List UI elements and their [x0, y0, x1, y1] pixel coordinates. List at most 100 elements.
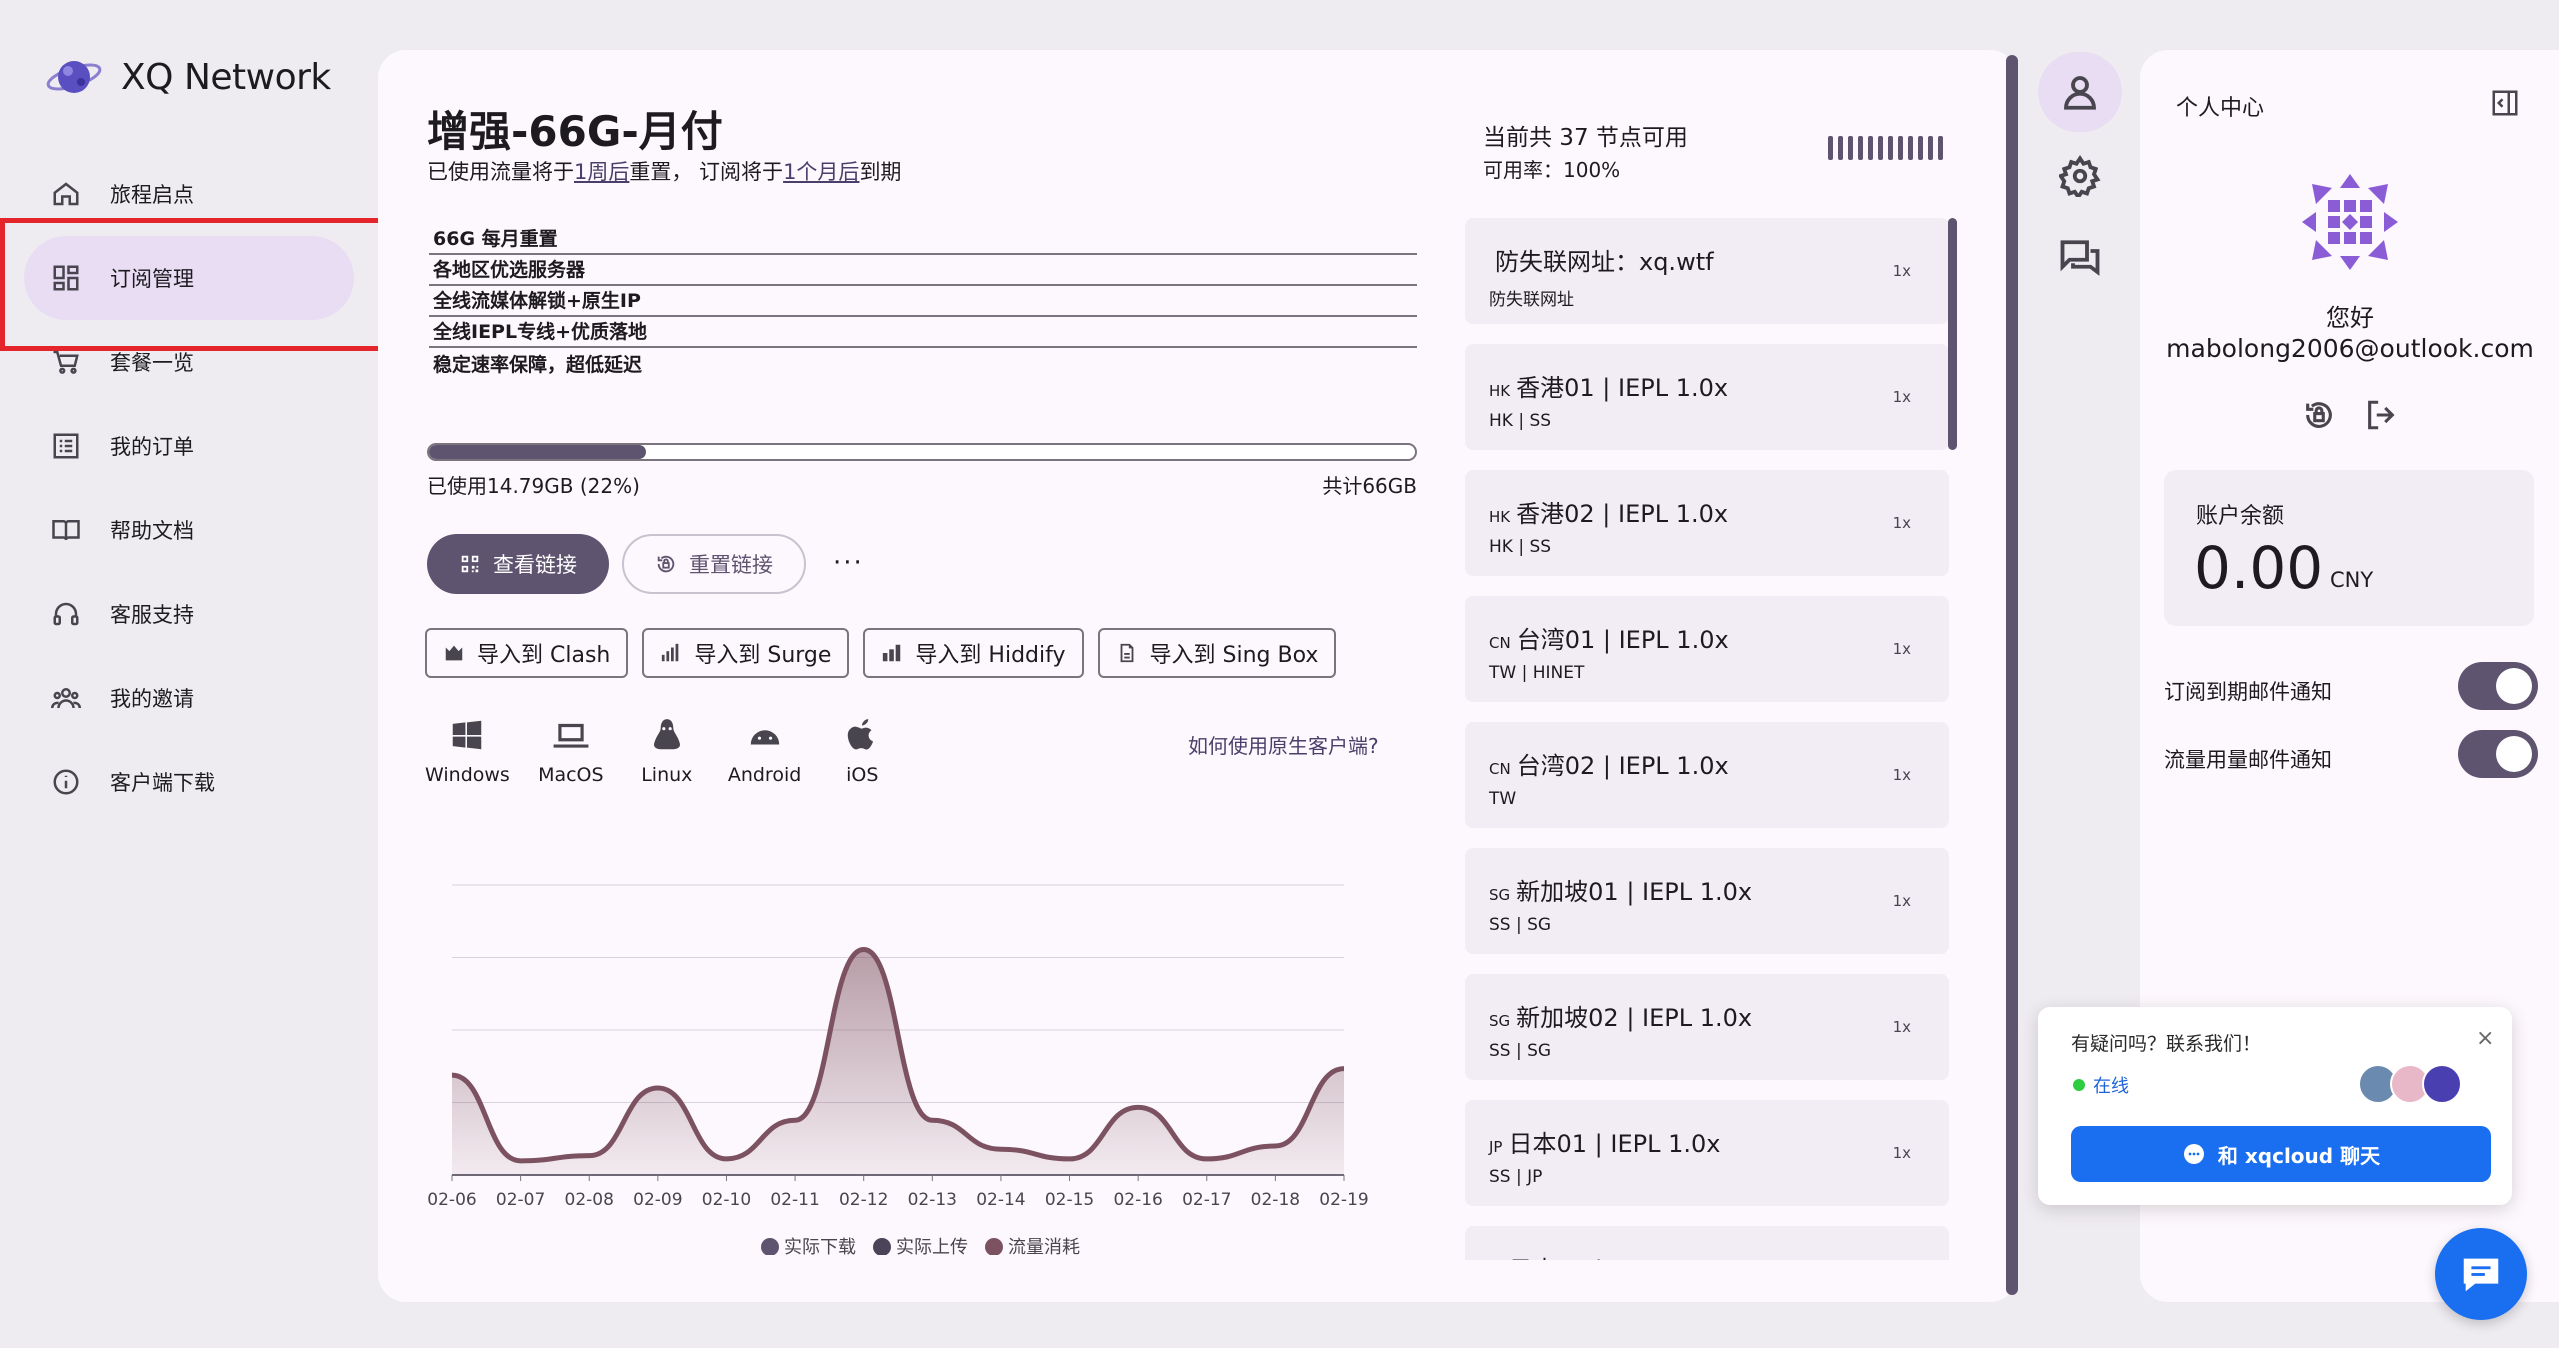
- node-protocol: TW | HINET: [1489, 663, 1585, 683]
- messages-rail-button[interactable]: [2038, 228, 2122, 288]
- node-card[interactable]: JP日本02 | IEPL 1.0x1x: [1465, 1226, 1949, 1260]
- clash-icon: [445, 645, 463, 661]
- x-tick-label: 02-08: [565, 1190, 614, 1210]
- reset-link-button[interactable]: 重置链接: [622, 534, 806, 594]
- settings-rail-button[interactable]: [2038, 146, 2122, 206]
- legend-marker[interactable]: [985, 1238, 1003, 1255]
- brand[interactable]: XQ Network: [45, 52, 331, 102]
- expire-notify-toggle[interactable]: [2458, 662, 2538, 710]
- node-card[interactable]: SG 新加坡01 | IEPL 1.0x SS | SG 1x: [1465, 848, 1949, 954]
- node-title: CN 台湾01 | IEPL 1.0x: [1489, 620, 1949, 655]
- reset-time-link[interactable]: 1周后: [574, 160, 629, 184]
- node-flag: HK: [1489, 508, 1511, 526]
- native-client-help-link[interactable]: 如何使用原生客户端?: [1188, 730, 1379, 759]
- feature-item: 各地区优选服务器: [429, 255, 1417, 286]
- x-tick-label: 02-18: [1251, 1190, 1300, 1210]
- chat-bubbles-icon: [2060, 240, 2100, 276]
- info-icon: [50, 766, 82, 798]
- plan-sub-mid: 重置， 订阅将于: [629, 160, 784, 184]
- headset-icon: [50, 598, 82, 630]
- usage-progress-bar: [427, 443, 1417, 461]
- os-label: Linux: [641, 764, 693, 786]
- legend-marker[interactable]: [761, 1238, 779, 1255]
- main-scrollbar[interactable]: [2006, 55, 2018, 1295]
- sidebar-item-orders[interactable]: 我的订单: [24, 404, 354, 488]
- node-multiplier: 1x: [1892, 388, 1911, 406]
- start-chat-button[interactable]: 和 xqcloud 聊天: [2071, 1126, 2491, 1182]
- logout-icon[interactable]: [2364, 398, 2398, 432]
- import-label: 导入到 Clash: [477, 643, 611, 668]
- node-card[interactable]: CN 台湾02 | IEPL 1.0x TW 1x: [1465, 722, 1949, 828]
- sidebar-item-invite[interactable]: 我的邀请: [24, 656, 354, 740]
- view-link-label: 查看链接: [493, 553, 577, 577]
- chat-status-label: 在线: [2093, 1076, 2129, 1097]
- android-icon: [750, 725, 779, 745]
- import-singbox-button[interactable]: 导入到 Sing Box: [1097, 628, 1337, 678]
- node-multiplier: 1x: [1892, 892, 1911, 910]
- node-card[interactable]: CN 台湾01 | IEPL 1.0x TW | HINET 1x: [1465, 596, 1949, 702]
- chat-icon: [2463, 1258, 2499, 1292]
- sidebar-item-support[interactable]: 客服支持: [24, 572, 354, 656]
- traffic-notify-toggle[interactable]: [2458, 730, 2538, 778]
- more-options-button[interactable]: ···: [833, 548, 864, 578]
- plan-sub-prefix: 已使用流量将于: [427, 160, 574, 184]
- node-card[interactable]: HK 香港01 | IEPL 1.0x HK | SS 1x: [1465, 344, 1949, 450]
- expire-time-link[interactable]: 1个月后: [783, 160, 859, 184]
- import-label: 导入到 Hiddify: [915, 643, 1066, 668]
- node-flag: HK: [1489, 382, 1511, 400]
- traffic-notify-label: 流量用量邮件通知: [2164, 748, 2332, 772]
- legend-label[interactable]: 实际下载: [784, 1237, 856, 1255]
- os-windows[interactable]: Windows: [425, 716, 510, 786]
- x-tick-label: 02-12: [839, 1190, 888, 1210]
- linux-icon: [653, 719, 680, 750]
- node-protocol: TW: [1489, 789, 1517, 809]
- node-scrollbar[interactable]: [1948, 218, 1957, 450]
- profile-actions: [2302, 398, 2398, 432]
- x-tick-label: 02-07: [496, 1190, 545, 1210]
- os-ios[interactable]: iOS: [827, 716, 897, 786]
- import-hiddify-button[interactable]: 导入到 Hiddify: [863, 628, 1084, 678]
- os-macos[interactable]: MacOS: [536, 716, 606, 786]
- import-clash-button[interactable]: 导入到 Clash: [425, 628, 629, 678]
- os-label: Android: [727, 764, 802, 786]
- series-area-2: [452, 949, 1344, 1175]
- legend-label[interactable]: 实际上传: [896, 1237, 968, 1255]
- node-card[interactable]: 防失联网址：xq.wtf 防失联网址 1x: [1465, 218, 1949, 324]
- x-tick-label: 02-14: [976, 1190, 1025, 1210]
- sidebar-item-label: 客服支持: [110, 603, 194, 627]
- node-title: JP 日本01 | IEPL 1.0x: [1489, 1124, 1949, 1159]
- sidebar-item-docs[interactable]: 帮助文档: [24, 488, 354, 572]
- node-name: 台湾01 | IEPL 1.0x: [1516, 626, 1729, 654]
- chat-launcher-button[interactable]: [2435, 1228, 2527, 1320]
- legend-label[interactable]: 流量消耗: [1008, 1237, 1080, 1255]
- brand-name: XQ Network: [121, 56, 331, 98]
- legend-marker[interactable]: [873, 1238, 891, 1255]
- node-count: 当前共 37 节点可用: [1483, 125, 1688, 151]
- os-linux[interactable]: Linux: [632, 716, 702, 786]
- x-tick-label: 02-15: [1045, 1190, 1094, 1210]
- profile-rail-button[interactable]: [2038, 52, 2122, 132]
- plan-sub-suffix: 到期: [859, 160, 902, 184]
- os-android[interactable]: Android: [728, 716, 801, 786]
- availability-bars: [1828, 136, 1943, 160]
- node-card[interactable]: SG 新加坡02 | IEPL 1.0x SS | SG 1x: [1465, 974, 1949, 1080]
- view-link-button[interactable]: 查看链接: [427, 534, 609, 594]
- sidebar-item-label: 我的订单: [110, 435, 194, 459]
- node-card[interactable]: HK 香港02 | IEPL 1.0x HK | SS 1x: [1465, 470, 1949, 576]
- x-tick-label: 02-11: [770, 1190, 819, 1210]
- x-tick-label: 02-06: [427, 1190, 476, 1210]
- x-tick-label: 02-09: [633, 1190, 682, 1210]
- start-chat-label: 和 xqcloud 聊天: [2217, 1143, 2381, 1168]
- import-surge-button[interactable]: 导入到 Surge: [642, 628, 850, 678]
- profile-panel-title: 个人中心: [2176, 96, 2265, 121]
- reset-password-icon[interactable]: [2302, 398, 2336, 432]
- node-flag: CN: [1489, 634, 1511, 652]
- node-card[interactable]: JP 日本01 | IEPL 1.0x SS | JP 1x: [1465, 1100, 1949, 1206]
- chat-close-button[interactable]: ×: [2476, 1026, 2494, 1051]
- sidebar-item-download[interactable]: 客户端下载: [24, 740, 354, 824]
- gear-icon: [2059, 155, 2101, 197]
- usage-total: 共计66GB: [1322, 474, 1417, 498]
- plan-features: 66G 每月重置 各地区优选服务器 全线流媒体解锁+原生IP 全线IEPL专线+…: [429, 224, 1417, 379]
- dock-panel-icon[interactable]: [2490, 88, 2520, 118]
- avatar[interactable]: [2298, 170, 2402, 274]
